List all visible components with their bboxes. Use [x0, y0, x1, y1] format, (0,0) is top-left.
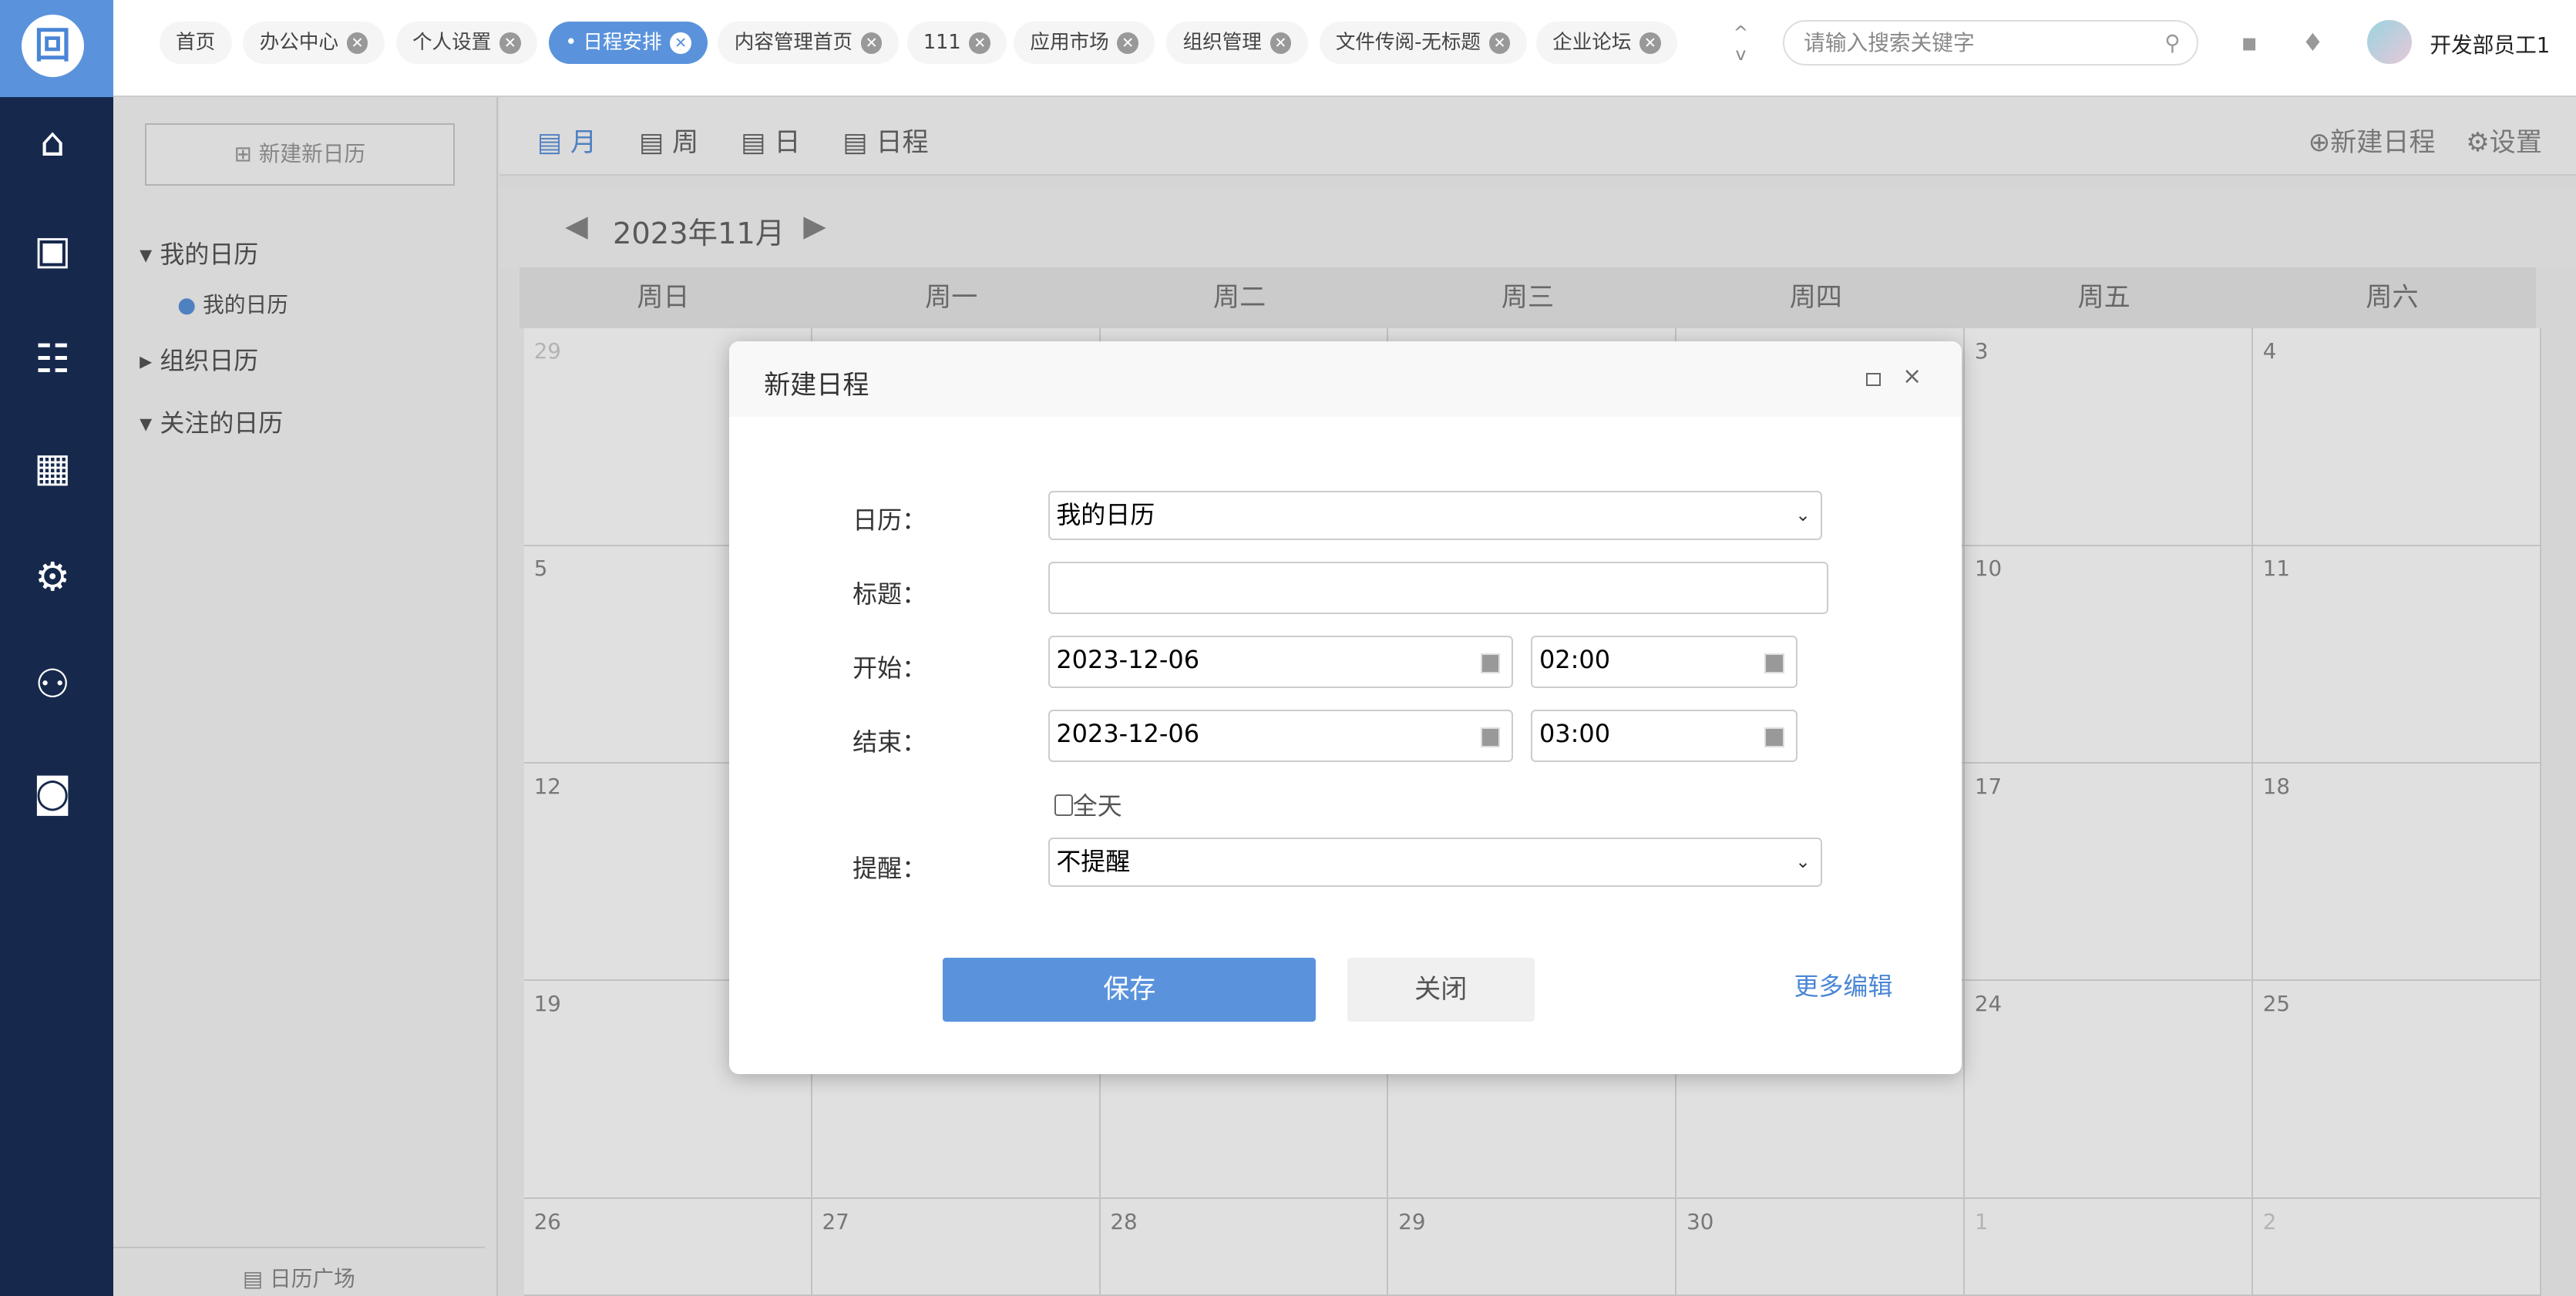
- reminder-select-value: 不提醒: [1056, 847, 1131, 876]
- tab-label: 个人设置: [412, 30, 492, 54]
- tab-label: 文件传阅-无标题: [1335, 30, 1481, 54]
- tab-label: 组织管理: [1182, 30, 1262, 54]
- end-label: 结束：: [853, 727, 927, 757]
- user-name[interactable]: 开发部员工1: [2430, 28, 2550, 59]
- office-icon[interactable]: ▣: [29, 228, 76, 274]
- message-icon[interactable]: ▪: [2241, 28, 2258, 57]
- start-time-value: 02:00: [1539, 644, 1611, 674]
- search-placeholder: 请输入搜索关键字: [1804, 29, 1975, 55]
- calendar-label: 日历：: [853, 505, 927, 536]
- tab-item[interactable]: 企业论坛 ✕: [1535, 21, 1678, 65]
- calendar-select[interactable]: 我的日历 ⌄: [1048, 491, 1822, 541]
- end-time-value: 03:00: [1539, 718, 1611, 748]
- close-tab-icon[interactable]: ✕: [969, 32, 990, 54]
- all-day-label: 全天: [1072, 791, 1122, 821]
- calendar-picker-icon[interactable]: [1480, 653, 1501, 673]
- close-icon[interactable]: ×: [1902, 363, 1922, 390]
- new-event-dialog: 新建日程 × 日历： 我的日历 ⌄ 标题： 开始： 2023-12-06 02:0…: [729, 341, 1962, 1074]
- tab-item[interactable]: 组织管理 ✕: [1166, 21, 1308, 65]
- calendar-select-value: 我的日历: [1056, 500, 1155, 530]
- skin-icon[interactable]: ♦: [2302, 28, 2324, 57]
- tab-scroll-arrows[interactable]: ^ v: [1734, 22, 1749, 65]
- maximize-icon[interactable]: [1866, 372, 1882, 386]
- tab-label: 111: [923, 30, 961, 54]
- end-time-input[interactable]: 03:00: [1531, 709, 1797, 762]
- chevron-down-icon: ⌄: [1795, 851, 1811, 872]
- tab-item[interactable]: • 日程安排 ✕: [548, 21, 708, 65]
- logo-icon: 回: [21, 15, 84, 78]
- title-input[interactable]: [1048, 561, 1829, 615]
- save-button[interactable]: 保存: [943, 957, 1317, 1022]
- reminder-label: 提醒：: [853, 853, 927, 883]
- close-tab-icon[interactable]: ✕: [860, 32, 883, 54]
- time-picker-icon[interactable]: [1764, 653, 1784, 673]
- search-input[interactable]: 请输入搜索关键字 ⚲: [1782, 19, 2198, 66]
- reminder-select[interactable]: 不提醒 ⌄: [1048, 838, 1822, 887]
- tab-item[interactable]: 111 ✕: [906, 21, 1007, 65]
- home-icon[interactable]: ⌂: [29, 120, 76, 166]
- tab-label: 日程安排: [583, 30, 662, 54]
- dialog-title: 新建日程: [764, 370, 869, 401]
- top-bar: 首页 办公中心 ✕ 个人设置 ✕ • 日程安排 ✕ 内容管理首页 ✕ 111 ✕ 应用市场 ✕ 组织管理 ✕…: [113, 0, 2576, 97]
- tab-item[interactable]: 文件传阅-无标题 ✕: [1319, 21, 1527, 65]
- end-date-input[interactable]: 2023-12-06: [1048, 709, 1513, 762]
- tab-label: 首页: [176, 30, 216, 54]
- active-dot-icon: •: [565, 30, 583, 54]
- close-tab-icon[interactable]: ✕: [1117, 32, 1138, 54]
- start-date-value: 2023-12-06: [1056, 644, 1200, 674]
- calendar-picker-icon[interactable]: [1480, 727, 1501, 747]
- tab-item[interactable]: 应用市场 ✕: [1014, 21, 1155, 65]
- more-edit-link[interactable]: 更多编辑: [1794, 967, 1892, 1002]
- app-store-icon[interactable]: ◙: [29, 771, 76, 817]
- chevron-down-icon: ⌄: [1795, 504, 1811, 526]
- avatar[interactable]: [2367, 19, 2412, 65]
- news-icon[interactable]: ☷: [29, 337, 76, 383]
- dialog-header: 新建日程 ×: [729, 341, 1962, 418]
- sidebar: 回 ⌂ ▣ ☷ ▦ ⚙ ⚇ ◙: [0, 0, 114, 1296]
- app-window: 回 ⌂ ▣ ☷ ▦ ⚙ ⚇ ◙ 首页 办公中心 ✕ 个人设置 ✕ • 日程安排 ✕ 内容管理首…: [0, 0, 2576, 1296]
- tab-item[interactable]: 内容管理首页 ✕: [718, 21, 899, 65]
- close-tab-icon[interactable]: ✕: [670, 32, 692, 54]
- search-icon[interactable]: ⚲: [2164, 22, 2180, 64]
- all-day-checkbox[interactable]: 全天: [1054, 787, 1122, 822]
- end-date-value: 2023-12-06: [1056, 718, 1200, 748]
- user-settings-icon[interactable]: ⚙: [29, 555, 76, 601]
- close-tab-icon[interactable]: ✕: [499, 32, 521, 54]
- close-tab-icon[interactable]: ✕: [1270, 32, 1292, 54]
- tab-item[interactable]: 办公中心 ✕: [243, 21, 385, 65]
- tab-label: 内容管理首页: [734, 30, 853, 54]
- tab-label: 企业论坛: [1552, 30, 1632, 54]
- title-label: 标题：: [853, 579, 927, 609]
- tab-item[interactable]: 个人设置 ✕: [395, 21, 537, 65]
- close-tab-icon[interactable]: ✕: [1639, 32, 1661, 54]
- start-time-input[interactable]: 02:00: [1531, 635, 1797, 689]
- tab-item[interactable]: 首页: [159, 21, 232, 65]
- start-date-input[interactable]: 2023-12-06: [1048, 635, 1513, 689]
- tab-label: 应用市场: [1030, 30, 1109, 54]
- tab-label: 办公中心: [259, 30, 339, 54]
- close-tab-icon[interactable]: ✕: [346, 32, 368, 54]
- start-label: 开始：: [853, 653, 927, 683]
- logo[interactable]: 回: [0, 0, 114, 97]
- calendar-icon[interactable]: ▦: [29, 445, 76, 492]
- close-button[interactable]: 关闭: [1347, 957, 1535, 1022]
- time-picker-icon[interactable]: [1764, 727, 1784, 747]
- checkbox-box[interactable]: [1054, 794, 1073, 817]
- org-icon[interactable]: ⚇: [29, 662, 76, 708]
- close-tab-icon[interactable]: ✕: [1488, 32, 1511, 54]
